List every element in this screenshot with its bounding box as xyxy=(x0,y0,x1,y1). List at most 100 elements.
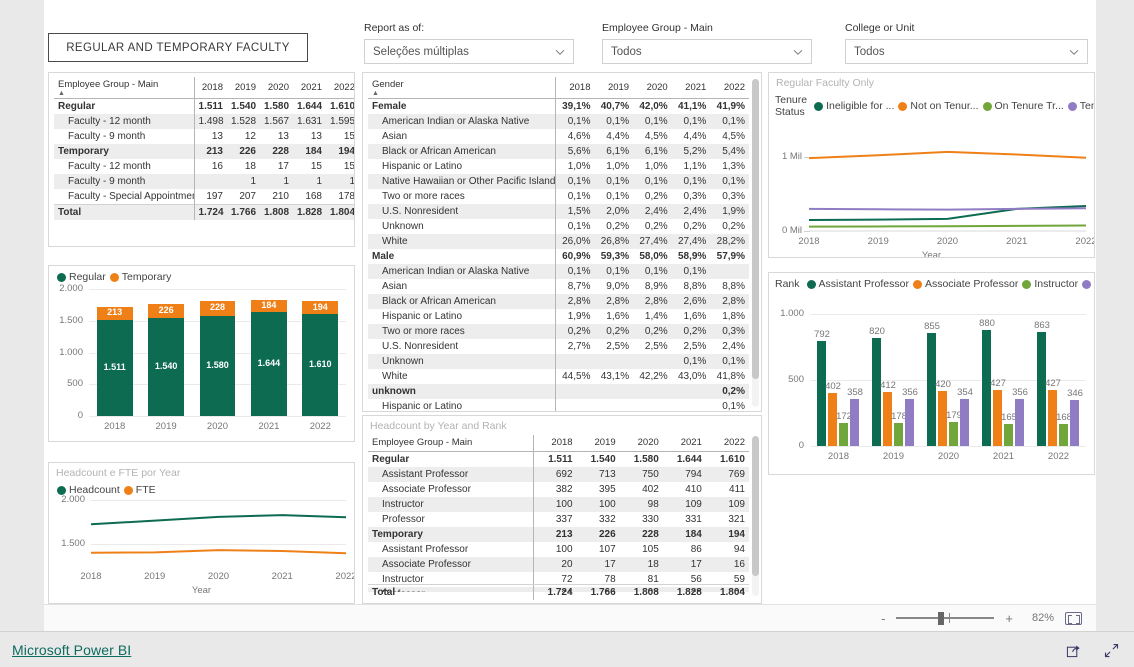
column-header[interactable]: 2021 xyxy=(293,77,326,99)
table-cell: 18 xyxy=(244,161,256,172)
headcount-rank-matrix[interactable]: Headcount by Year and Rank Employee Grou… xyxy=(362,415,762,604)
table-header-row[interactable]: Gender ▲ 2018 2019 2020 2021 2022 xyxy=(368,77,749,99)
employee-group-matrix[interactable]: Employee Group - Main ▲ 2018 2019 2020 2021 20… xyxy=(48,72,355,247)
column-header[interactable]: 2018 xyxy=(193,77,227,99)
line-series[interactable] xyxy=(808,150,1087,160)
bar-professor[interactable] xyxy=(904,399,914,446)
legend-item-not-on-tenure[interactable]: Not on Tenur... xyxy=(898,100,979,112)
legend-item-tenured[interactable]: Tenured xyxy=(1067,100,1094,112)
line-series-headcount[interactable] xyxy=(90,514,347,526)
table-row: U.S. Nonresident 2,7% 2,5% 2,5% 2,5% 2,4% xyxy=(368,339,749,354)
chart-legend[interactable]: Regular Temporary xyxy=(49,266,354,283)
chart-legend[interactable]: Headcount FTE xyxy=(49,481,354,496)
share-icon[interactable] xyxy=(1066,643,1081,658)
bar-value-label: 356 xyxy=(1012,387,1028,398)
bar-assistant-professor[interactable] xyxy=(816,341,826,446)
column-header[interactable]: 2018 xyxy=(532,435,577,452)
chart-legend[interactable]: Tenure Status Ineligible for ... Not on … xyxy=(769,91,1094,118)
bar-instructor[interactable] xyxy=(893,422,903,446)
legend-item-professor[interactable]: Professor xyxy=(1082,278,1094,290)
column-header[interactable]: 2021 xyxy=(662,435,706,452)
legend-item-temporary[interactable]: Temporary xyxy=(109,271,171,283)
scrollbar-thumb[interactable] xyxy=(752,79,759,379)
slicer-employee-group-dropdown[interactable]: Todos xyxy=(602,39,812,64)
legend-swatch-icon xyxy=(814,101,824,111)
row-label: Total xyxy=(368,584,534,600)
table-cell: 4,4% xyxy=(606,131,630,142)
legend-item-assistant-professor[interactable]: Assistant Professor xyxy=(806,278,909,290)
gender-matrix[interactable]: Gender ▲ 2018 2019 2020 2021 2022 Female 39,1% 4… xyxy=(362,72,762,412)
bar-professor[interactable] xyxy=(1069,400,1079,446)
zoom-in-button[interactable]: + xyxy=(1005,612,1013,625)
fullscreen-icon[interactable] xyxy=(1104,643,1119,658)
bar-value-label: 1.540 xyxy=(154,361,178,372)
table-header-row[interactable]: Employee Group - Main 2018 2019 2020 2021 202… xyxy=(368,435,749,452)
row-label: Hispanic or Latino xyxy=(382,401,463,412)
bar-professor[interactable] xyxy=(1014,399,1024,446)
bar-professor[interactable] xyxy=(959,399,969,446)
headcount-fte-line-chart[interactable]: Headcount e FTE por Year Headcount FTE 2… xyxy=(48,462,355,604)
table-cell: 109 xyxy=(662,497,706,512)
y-axis-tick-label: 2.000 xyxy=(59,283,83,294)
column-header[interactable]: 2019 xyxy=(227,77,260,99)
bar-instructor[interactable] xyxy=(948,422,958,446)
zoom-out-button[interactable]: - xyxy=(881,612,885,625)
table-cell: 27,4% xyxy=(671,234,711,249)
column-header[interactable]: 2022 xyxy=(326,77,354,99)
column-header[interactable]: 2021 xyxy=(671,77,711,99)
line-series-fte[interactable] xyxy=(90,549,347,555)
column-header[interactable]: 2022 xyxy=(710,77,749,99)
chart-legend[interactable]: Rank Assistant Professor Associate Profe… xyxy=(769,273,1094,290)
column-header[interactable]: 2020 xyxy=(633,77,672,99)
row-label: American Indian or Alaska Native xyxy=(368,264,556,279)
row-label: Unknown xyxy=(382,221,424,232)
column-header[interactable]: Employee Group - Main ▲ xyxy=(54,77,194,99)
scrollbar-thumb[interactable] xyxy=(752,436,759,576)
bar-assistant-professor[interactable] xyxy=(1036,332,1046,446)
zoom-slider[interactable] xyxy=(896,612,995,625)
legend-item-associate-professor[interactable]: Associate Professor xyxy=(912,278,1018,290)
table-cell: 1.567 xyxy=(260,114,293,129)
slicer-employee-group-value: Todos xyxy=(611,45,642,58)
headcount-rank-scrollbar[interactable] xyxy=(752,436,759,596)
column-header[interactable]: 2019 xyxy=(594,77,634,99)
powerbi-brand-link[interactable]: Microsoft Power BI xyxy=(12,642,131,658)
table-header-row[interactable]: Employee Group - Main ▲ 2018 2019 2020 2021 20… xyxy=(54,77,354,99)
zoom-slider-thumb[interactable] xyxy=(938,612,945,625)
column-header[interactable]: 2019 xyxy=(576,435,620,452)
column-header[interactable]: Gender ▲ xyxy=(368,77,556,99)
fit-to-page-icon[interactable] xyxy=(1065,611,1082,625)
bar-instructor[interactable] xyxy=(838,423,848,446)
table-row: American Indian or Alaska Native 0,1% 0,1%… xyxy=(368,264,749,279)
row-label: Black or African American xyxy=(368,294,556,309)
column-header[interactable]: 2022 xyxy=(705,435,749,452)
slicer-report-as-of-dropdown[interactable]: Seleções múltiplas xyxy=(364,39,574,64)
line-series[interactable] xyxy=(808,224,1087,228)
regular-temporary-bar-chart[interactable]: Regular Temporary 0 500 1.000 1.500 2.000 213… xyxy=(48,265,355,442)
line-series[interactable] xyxy=(808,207,1087,211)
table-cell: 2,4% xyxy=(633,204,672,219)
table-cell: 16 xyxy=(193,159,227,174)
column-header[interactable]: 2020 xyxy=(619,435,663,452)
table-row: Faculty - 9 month 1 1 1 1 xyxy=(54,174,354,189)
bar-assistant-professor[interactable] xyxy=(926,333,936,446)
bar-instructor[interactable] xyxy=(1058,423,1068,446)
bar-professor[interactable] xyxy=(849,398,859,446)
slicer-college-or-unit-dropdown[interactable]: Todos xyxy=(845,39,1088,64)
bar-assistant-professor[interactable] xyxy=(871,337,881,446)
page-title-text: REGULAR AND TEMPORARY FACULTY xyxy=(66,41,290,54)
legend-item-on-tenure-track[interactable]: On Tenure Tr... xyxy=(982,100,1064,112)
legend-item-instructor[interactable]: Instructor xyxy=(1022,278,1078,290)
column-header[interactable]: 2020 xyxy=(260,77,293,99)
legend-item-fte[interactable]: FTE xyxy=(123,484,156,496)
rank-bar-chart[interactable]: Rank Assistant Professor Associate Profe… xyxy=(768,272,1095,475)
column-header[interactable]: 2018 xyxy=(555,77,595,99)
column-header[interactable]: Employee Group - Main xyxy=(368,435,534,452)
legend-item-regular[interactable]: Regular xyxy=(57,271,106,283)
tenure-status-line-chart[interactable]: Regular Faculty Only Tenure Status Ineli… xyxy=(768,72,1095,258)
table-cell: 194 xyxy=(326,144,354,159)
bar-instructor[interactable] xyxy=(1003,424,1013,446)
row-label: Instructor xyxy=(368,497,534,512)
gender-matrix-scrollbar[interactable] xyxy=(752,79,759,407)
legend-item-ineligible[interactable]: Ineligible for ... xyxy=(814,100,894,112)
